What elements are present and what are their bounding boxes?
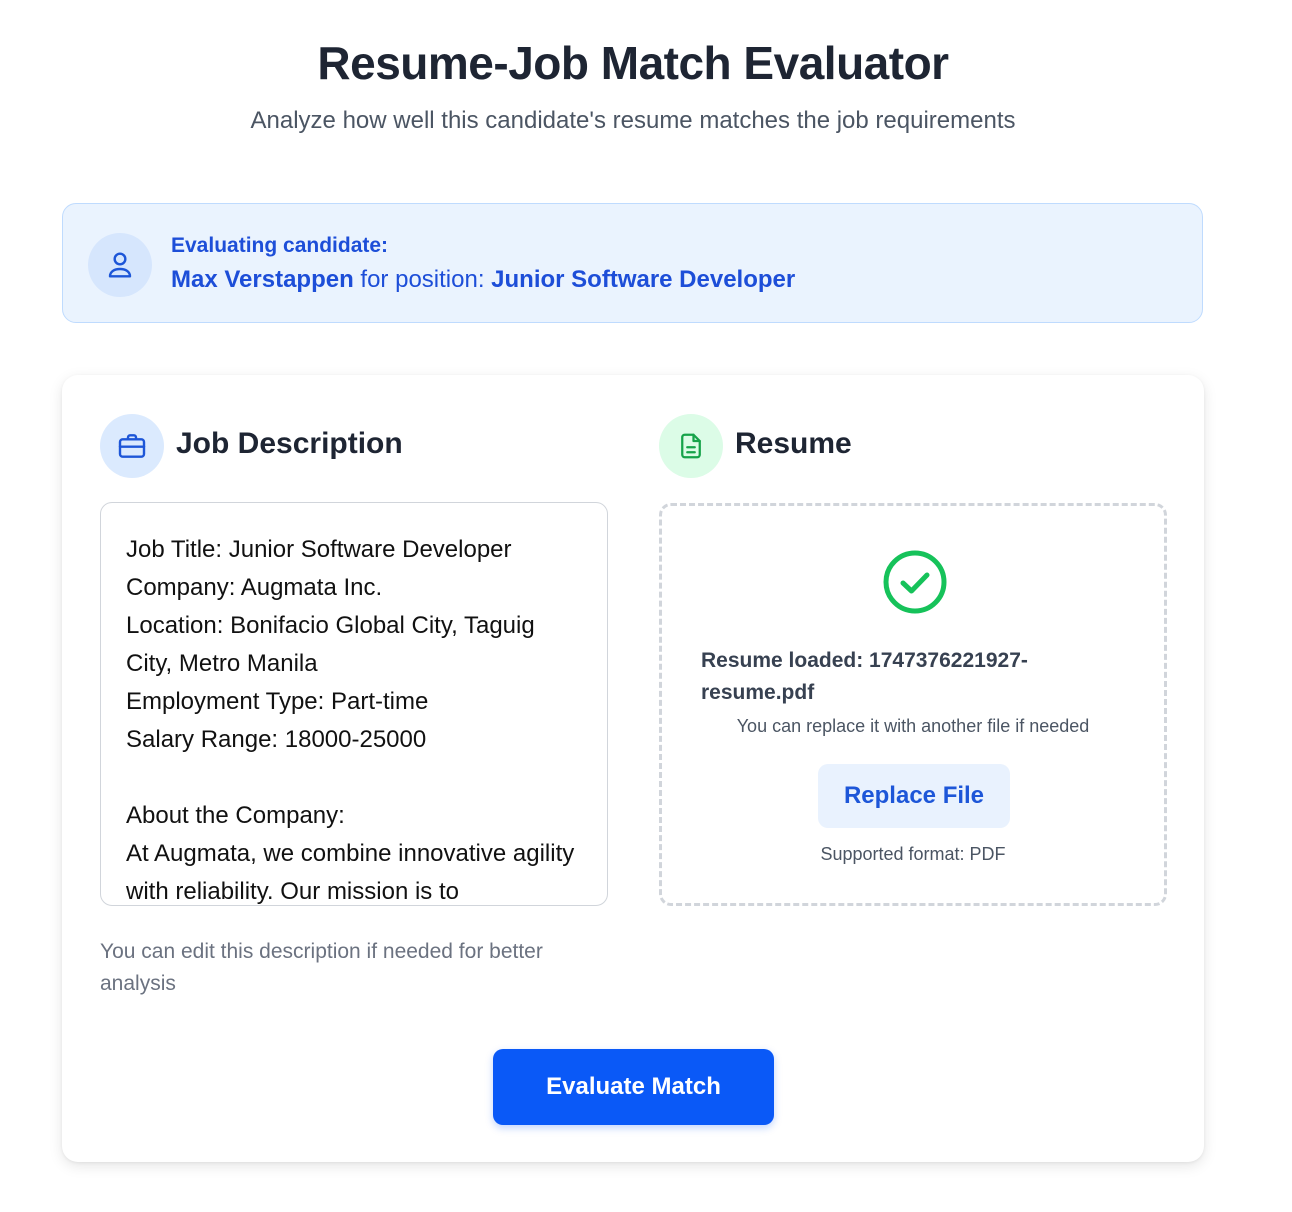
- replace-hint: You can replace it with another file if …: [736, 716, 1090, 736]
- candidate-banner: Evaluating candidate: Max Verstappen for…: [62, 203, 1203, 323]
- page-title: Resume-Job Match Evaluator: [317, 37, 949, 89]
- evaluate-match-button[interactable]: Evaluate Match: [493, 1049, 774, 1125]
- resume-dropzone[interactable]: Resume loaded: 1747376221927-resume.pdf …: [659, 503, 1167, 906]
- job-description-hint: You can edit this description if needed …: [100, 940, 543, 995]
- candidate-position: Junior Software Developer: [491, 266, 796, 293]
- document-icon: [659, 414, 723, 478]
- job-description-title: Job Description: [176, 427, 403, 460]
- job-description-textarea[interactable]: Job Title: Junior Software Developer Com…: [100, 502, 608, 906]
- evaluator-card: Job Description Job Title: Junior Softwa…: [62, 375, 1204, 1162]
- supported-format-text: Supported format: PDF: [820, 844, 1006, 864]
- position-prefix: for position:: [353, 266, 492, 293]
- briefcase-icon: [100, 414, 164, 478]
- replace-file-button[interactable]: Replace File: [818, 764, 1010, 828]
- candidate-line: Max Verstappen for position: Junior Soft…: [171, 266, 795, 294]
- resume-title: Resume: [735, 427, 852, 460]
- candidate-name: Max Verstappen: [171, 266, 354, 293]
- page: Resume-Job Match Evaluator Analyze how w…: [0, 0, 1292, 1212]
- user-icon: [88, 233, 152, 297]
- resume-loaded-text: Resume loaded: 1747376221927-resume.pdf: [701, 649, 1028, 704]
- candidate-label: Evaluating candidate:: [171, 234, 389, 257]
- page-subtitle: Analyze how well this candidate's resume…: [250, 107, 1016, 134]
- check-circle-icon: [883, 550, 947, 614]
